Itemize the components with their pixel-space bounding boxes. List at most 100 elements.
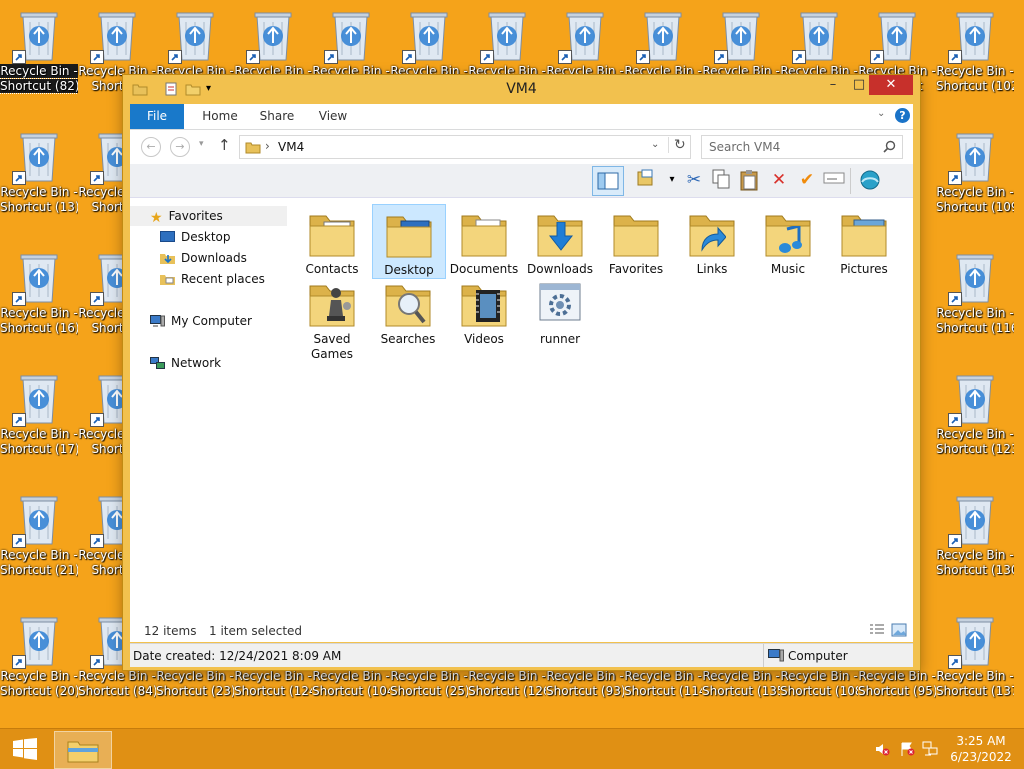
- details-view-icon[interactable]: [869, 623, 885, 640]
- recycle-bin-icon: [12, 246, 62, 306]
- ribbon-expand-icon[interactable]: ⌄: [877, 108, 885, 119]
- rename-icon[interactable]: [823, 169, 845, 191]
- saved-games-folder-icon: [306, 278, 358, 330]
- desktop-recycle-bin-shortcut[interactable]: Recycle Bin -Shortcut (102): [936, 0, 1014, 94]
- view-dropdown-icon[interactable]: ▾: [661, 169, 683, 191]
- address-dropdown-icon[interactable]: ⌄: [651, 139, 659, 150]
- file-list: Contacts Desktop Documents Downloads Favorit…: [290, 198, 913, 638]
- search-input[interactable]: Search VM4: [701, 135, 903, 159]
- file-item[interactable]: runner: [524, 274, 596, 347]
- favorites-folder-icon: [610, 208, 662, 260]
- desktop-icon-label: Recycle Bin -Shortcut (108): [780, 669, 858, 698]
- view-layout-icon[interactable]: [636, 169, 658, 191]
- desktop-recycle-bin-shortcut[interactable]: Recycle Bin -Shortcut (130): [936, 484, 1014, 578]
- tab-share[interactable]: Share: [251, 104, 303, 129]
- taskbar-file-explorer[interactable]: [54, 731, 112, 769]
- nav-network-label: Network: [171, 356, 222, 370]
- nav-downloads-label: Downloads: [181, 251, 247, 265]
- desktop-recycle-bin-shortcut[interactable]: Recycle Bin -Shortcut (116): [936, 242, 1014, 336]
- downloads-folder-icon: [534, 208, 586, 260]
- preview-pane-button[interactable]: [592, 166, 624, 196]
- recent-locations-icon[interactable]: ▾: [199, 139, 204, 149]
- file-item[interactable]: Desktop: [372, 204, 446, 279]
- file-item[interactable]: Favorites: [600, 204, 672, 277]
- search-placeholder: Search VM4: [709, 140, 781, 154]
- help-icon[interactable]: ?: [895, 108, 910, 123]
- file-item[interactable]: Pictures: [828, 204, 900, 277]
- desktop-icon-label: Recycle Bin -Shortcut (124): [234, 669, 312, 698]
- search-icon[interactable]: [883, 140, 896, 153]
- recycle-bin-icon: [948, 488, 998, 548]
- cut-icon[interactable]: ✂: [683, 169, 705, 191]
- start-button[interactable]: [0, 729, 48, 769]
- forward-button[interactable]: →: [170, 137, 190, 157]
- desktop-icon-label: Recycle Bin -Shortcut (116): [936, 306, 1014, 335]
- title-bar[interactable]: ▾ VM4 – □ ✕: [123, 75, 920, 103]
- clock-date: 6/23/2022: [950, 750, 1012, 764]
- network-tray-icon[interactable]: [922, 741, 938, 757]
- file-item[interactable]: Downloads: [524, 204, 596, 277]
- desktop-icon-label: Recycle Bin -Shortcut (104): [312, 669, 390, 698]
- up-button[interactable]: ↑: [218, 136, 231, 154]
- file-item[interactable]: Links: [676, 204, 748, 277]
- nav-desktop-label: Desktop: [181, 230, 231, 244]
- nav-favorites[interactable]: ★ Favorites: [130, 206, 287, 226]
- file-item[interactable]: Documents: [448, 204, 520, 277]
- action-center-flag-icon[interactable]: [899, 741, 915, 757]
- desktop-recycle-bin-shortcut[interactable]: Recycle Bin - Shortcut (20): [0, 605, 78, 699]
- file-item[interactable]: Contacts: [296, 204, 368, 277]
- file-item[interactable]: Searches: [372, 274, 444, 347]
- nav-downloads[interactable]: Downloads: [160, 248, 247, 268]
- file-item-name: Saved Games: [311, 332, 353, 361]
- file-item[interactable]: Music: [752, 204, 824, 277]
- shell-icon[interactable]: [858, 169, 880, 191]
- paste-icon[interactable]: [738, 169, 760, 191]
- desktop-recycle-bin-shortcut[interactable]: Recycle Bin -Shortcut (109): [936, 121, 1014, 215]
- back-button[interactable]: ←: [141, 137, 161, 157]
- desktop-icon-label: Recycle Bin - Shortcut (84): [78, 669, 156, 698]
- recycle-bin-icon: [948, 246, 998, 306]
- close-button[interactable]: ✕: [869, 75, 913, 95]
- nav-recent-places[interactable]: Recent places: [160, 269, 265, 289]
- minimize-button[interactable]: –: [819, 75, 847, 95]
- clock[interactable]: 3:25 AM 6/23/2022: [944, 733, 1018, 765]
- file-item[interactable]: Videos: [448, 274, 520, 347]
- large-icons-view-icon[interactable]: [891, 623, 907, 640]
- nav-desktop[interactable]: Desktop: [160, 227, 231, 247]
- desktop-recycle-bin-shortcut[interactable]: Recycle Bin - Shortcut (13): [0, 121, 78, 215]
- breadcrumb-vm4[interactable]: VM4: [278, 140, 304, 154]
- videos-folder-icon: [458, 278, 510, 330]
- recycle-bin-icon: [12, 488, 62, 548]
- file-item-name: Music: [770, 262, 806, 276]
- desktop-icon-label: Recycle Bin - Shortcut (95): [858, 669, 936, 698]
- tab-view[interactable]: View: [308, 104, 358, 129]
- runner-file-icon: [534, 278, 586, 330]
- address-bar[interactable]: › VM4 ⌄ ↻: [239, 135, 691, 159]
- desktop-recycle-bin-shortcut[interactable]: Recycle Bin -Shortcut (123): [936, 363, 1014, 457]
- desktop-icon-label: Recycle Bin -Shortcut (137): [936, 669, 1014, 698]
- recycle-bin-icon: [636, 4, 686, 64]
- desktop-icon-label: Recycle Bin - Shortcut (13): [0, 185, 78, 214]
- refresh-icon[interactable]: ↻: [668, 137, 686, 153]
- desktop-recycle-bin-shortcut[interactable]: Recycle Bin - Shortcut (21): [0, 484, 78, 578]
- location-label: Computer: [788, 649, 848, 663]
- recycle-bin-icon: [948, 125, 998, 185]
- desktop-recycle-bin-shortcut[interactable]: Recycle Bin -Shortcut (137): [936, 605, 1014, 699]
- volume-muted-icon[interactable]: [874, 741, 890, 757]
- desktop-recycle-bin-shortcut[interactable]: Recycle Bin - Shortcut (16): [0, 242, 78, 336]
- desktop-icon-label: Recycle Bin -Shortcut (109): [936, 185, 1014, 214]
- desktop-recycle-bin-shortcut[interactable]: Recycle Bin - Shortcut (82): [0, 0, 78, 94]
- file-item[interactable]: Saved Games: [296, 274, 368, 362]
- details-bar: Date created: 12/24/2021 8:09 AM Compute…: [130, 643, 913, 667]
- nav-my-computer[interactable]: My Computer: [150, 311, 252, 331]
- nav-recent-places-label: Recent places: [181, 272, 265, 286]
- tab-home[interactable]: Home: [194, 104, 246, 129]
- address-row: ← → ▾ ↑ › VM4 ⌄ ↻ Search VM4: [130, 130, 913, 164]
- desktop-recycle-bin-shortcut[interactable]: Recycle Bin - Shortcut (17): [0, 363, 78, 457]
- delete-icon[interactable]: ✕: [768, 169, 790, 191]
- links-folder-icon: [686, 208, 738, 260]
- nav-network[interactable]: Network: [150, 353, 221, 373]
- tab-file[interactable]: File: [130, 104, 184, 129]
- copy-icon[interactable]: [710, 169, 732, 191]
- select-all-icon[interactable]: ✔: [796, 169, 818, 191]
